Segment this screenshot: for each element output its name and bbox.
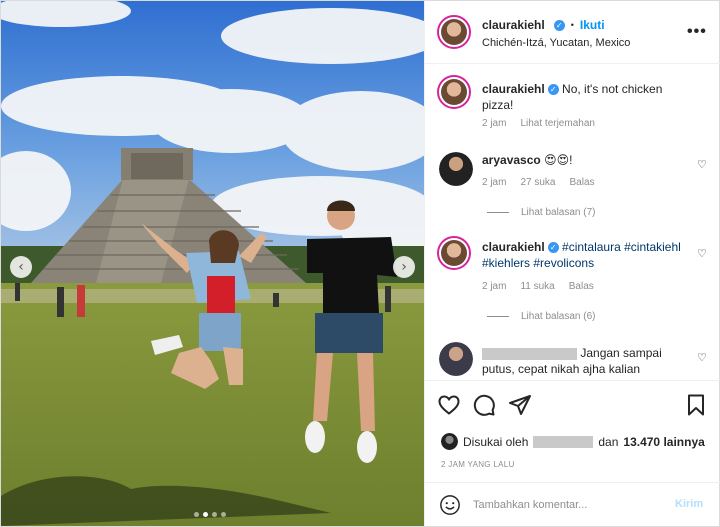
view-replies-button[interactable]: Lihat balasan (7)	[487, 207, 596, 218]
username-link[interactable]: claurakiehl	[482, 240, 545, 254]
bookmark-icon[interactable]	[684, 393, 708, 417]
caption-meta: 2 jam Lihat terjemahan	[482, 118, 595, 129]
location-link[interactable]: Chichén-Itzá, Yucatan, Mexico	[482, 37, 630, 49]
hashtag-link[interactable]: #kiehlers	[482, 256, 530, 270]
like-comment-heart-icon[interactable]: ♡	[697, 248, 708, 259]
comment-likes[interactable]: 11 suka	[520, 281, 554, 292]
likes-summary: Disukai oleh dan 13.470 lainnya	[441, 433, 705, 450]
share-icon[interactable]	[508, 393, 532, 417]
blurred-username	[533, 435, 594, 448]
verified-icon: ✓	[547, 84, 559, 96]
comment-likes[interactable]: 27 suka	[520, 177, 555, 188]
carousel-prev-button[interactable]: ‹	[10, 256, 32, 278]
hashtag-link[interactable]: #revolicons	[533, 256, 594, 270]
comment-time: 2 jam	[482, 177, 507, 188]
comment-time: 2 jam	[482, 118, 507, 129]
carousel-next-button[interactable]: ›	[393, 256, 415, 278]
post-photo[interactable]: ‹ ›	[1, 1, 424, 526]
emoji-icon[interactable]	[439, 494, 461, 516]
comment-meta: 2 jam 11 suka Balas	[482, 281, 594, 292]
follow-button[interactable]: Ikuti	[580, 18, 605, 32]
chevron-right-icon: ›	[401, 259, 407, 275]
action-bar: Disukai oleh dan 13.470 lainnya 2 JAM YA…	[425, 380, 720, 482]
post-header: claurakiehl ✓ • Ikuti Chichén-Itzá, Yuca…	[425, 1, 720, 64]
reply-button[interactable]: Balas	[569, 177, 594, 188]
blurred-username	[482, 347, 577, 360]
list-item: aryavasco 😍😍!	[482, 152, 682, 168]
chevron-left-icon: ‹	[18, 259, 24, 275]
avatar[interactable]	[437, 75, 471, 109]
likes-count[interactable]: 13.470 lainnya	[623, 435, 704, 449]
avatar[interactable]	[439, 152, 473, 186]
comment-time: 2 jam	[482, 281, 507, 292]
comment-text: 😍😍!	[544, 153, 573, 167]
verified-icon: ✓	[547, 242, 559, 254]
post-timestamp: 2 JAM YANG LALU	[441, 460, 515, 469]
username-link[interactable]: claurakiehl	[482, 18, 545, 32]
more-icon[interactable]: •••	[687, 23, 707, 41]
avatar[interactable]	[441, 433, 458, 450]
instagram-post: ‹ › claurakiehl ✓ • Ikuti Chichén-Itzá, …	[0, 0, 720, 527]
list-item: Jangan sampai putus, cepat nikah ajha ka…	[482, 345, 687, 377]
view-replies-button[interactable]: Lihat balasan (6)	[487, 311, 596, 322]
comment-input[interactable]	[473, 496, 663, 514]
caption: claurakiehl ✓ No, it's not chicken pizza!	[482, 81, 682, 113]
add-comment-bar: Kirim	[425, 482, 720, 526]
carousel-dots	[194, 512, 226, 517]
reply-button[interactable]: Balas	[569, 281, 594, 292]
view-replies-label: Lihat balasan (7)	[521, 207, 596, 218]
avatar[interactable]	[437, 15, 471, 49]
hashtag-link[interactable]: #cintakiehl	[624, 240, 681, 254]
carousel-dot-active[interactable]	[203, 512, 208, 517]
view-replies-label: Lihat balasan (6)	[521, 311, 596, 322]
comments-list: claurakiehl ✓ No, it's not chicken pizza!…	[425, 64, 720, 380]
divider	[487, 212, 509, 213]
verified-icon: ✓	[553, 19, 565, 31]
hashtag-link[interactable]: #cintalaura	[562, 240, 621, 254]
username-link[interactable]: claurakiehl	[482, 82, 545, 96]
carousel-dot[interactable]	[221, 512, 226, 517]
like-comment-heart-icon[interactable]: ♡	[697, 159, 708, 170]
carousel-dot[interactable]	[194, 512, 199, 517]
list-item: claurakiehl ✓ #cintalaura #cintakiehl #ki…	[482, 239, 687, 271]
follow-separator: •	[570, 20, 574, 30]
likes-middle: dan	[598, 434, 619, 449]
translate-link[interactable]: Lihat terjemahan	[520, 118, 595, 129]
photo-scene	[1, 1, 424, 526]
divider	[487, 316, 509, 317]
comment-icon[interactable]	[472, 393, 496, 417]
like-comment-heart-icon[interactable]: ♡	[697, 352, 708, 363]
avatar[interactable]	[437, 236, 471, 270]
likes-prefix: Disukai oleh	[463, 434, 529, 449]
avatar[interactable]	[439, 342, 473, 376]
username-link[interactable]: aryavasco	[482, 153, 541, 167]
post-side-panel: claurakiehl ✓ • Ikuti Chichén-Itzá, Yuca…	[424, 1, 720, 526]
post-comment-button[interactable]: Kirim	[675, 498, 703, 510]
heart-icon[interactable]	[437, 393, 461, 417]
carousel-dot[interactable]	[212, 512, 217, 517]
comment-meta: 2 jam 27 suka Balas	[482, 177, 595, 188]
